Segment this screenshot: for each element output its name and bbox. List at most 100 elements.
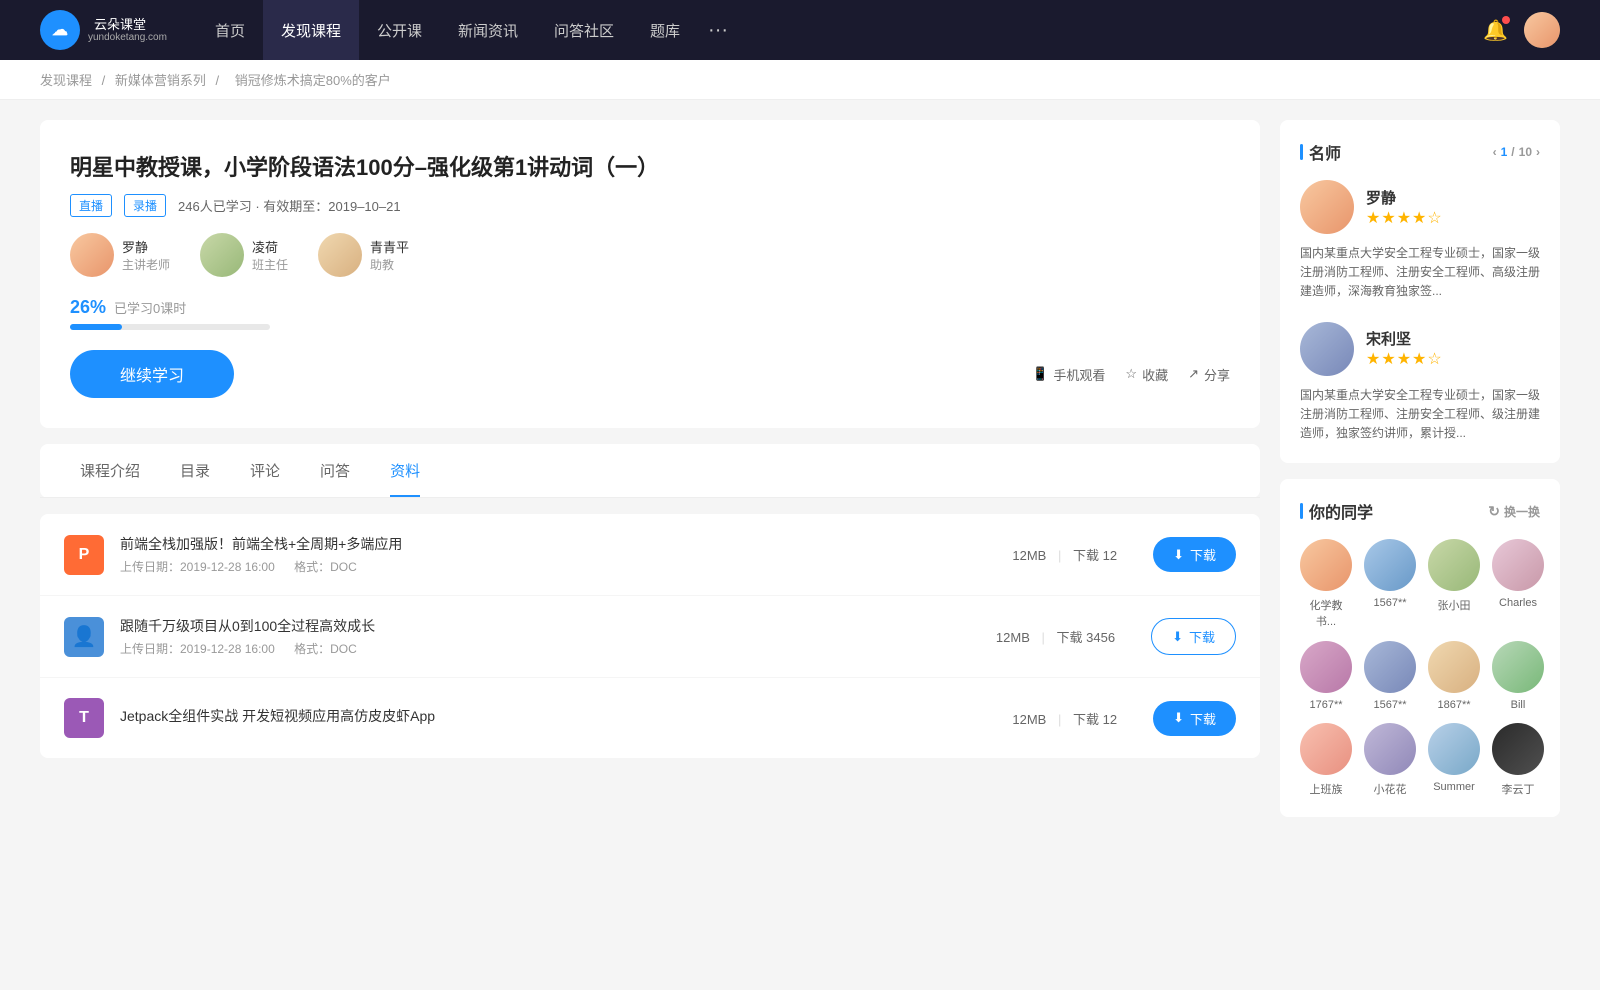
title-bar-icon [1300,144,1303,160]
phone-watch-button[interactable]: 📱 手机观看 [1032,365,1105,384]
page-total: 10 [1519,145,1532,159]
resource-item: 👤 跟随千万级项目从0到100全过程高效成长 上传日期：2019-12-28 1… [40,596,1260,678]
classmate-item: Charles [1492,539,1544,629]
tab-resource[interactable]: 资料 [370,444,440,497]
classmate-name-9: 上班族 [1310,781,1343,797]
header-right: 🔔 [1483,12,1560,48]
page-next-icon[interactable]: › [1536,145,1540,159]
teacher-1-name: 罗静 [122,237,170,256]
star-icon: ☆ [1125,366,1137,382]
sidebar-teacher-1-info: 罗静 ★★★★☆ [1366,187,1443,228]
classmate-name-7: 1867** [1437,699,1470,711]
resource-stats-1: 12MB | 下载 12 [1012,545,1117,564]
download-icon-1: ⬇ [1173,547,1184,563]
classmate-avatar-4[interactable] [1492,539,1544,591]
resource-item: T Jetpack全组件实战 开发短视频应用高仿皮皮虾App 12MB | 下载… [40,678,1260,758]
resource-stats-2: 12MB | 下载 3456 [996,627,1115,646]
sidebar-teacher-1-stars: ★★★★☆ [1366,208,1443,228]
classmate-avatar-7[interactable] [1428,641,1480,693]
teacher-1-info: 罗静 主讲老师 [122,237,170,273]
classmates-grid: 化学教书... 1567** 张小田 Charles 1767** [1300,539,1540,797]
tab-qa[interactable]: 问答 [300,444,370,497]
download-button-2[interactable]: ⬇ 下载 [1151,618,1236,655]
teacher-2-info: 凌荷 班主任 [252,237,288,273]
course-meta: 直播 录播 246人已学习 · 有效期至：2019–10–21 [70,194,1230,217]
teacher-3-role: 助教 [370,256,409,273]
breadcrumb-series[interactable]: 新媒体营销系列 [115,73,206,88]
breadcrumb-discover[interactable]: 发现课程 [40,73,92,88]
progress-bar-bg [70,324,270,330]
resource-name-3: Jetpack全组件实战 开发短视频应用高仿皮皮虾App [120,706,996,726]
sidebar-teacher-2-desc: 国内某重点大学安全工程专业硕士，国家一级注册消防工程师、注册安全工程师、级注册建… [1300,386,1540,444]
classmate-item: 小花花 [1364,723,1416,797]
refresh-label[interactable]: 换一换 [1504,503,1540,520]
download-button-3[interactable]: ⬇ 下载 [1153,701,1236,736]
download-icon-3: ⬇ [1173,710,1184,726]
teacher-3-info: 青青平 助教 [370,237,409,273]
classmate-avatar-3[interactable] [1428,539,1480,591]
logo[interactable]: ☁ 云朵课堂 yundoketang.com [40,10,167,50]
classmate-avatar-12[interactable] [1492,723,1544,775]
classmate-item: 1767** [1300,641,1352,711]
page-prev-icon[interactable]: ‹ [1493,145,1497,159]
sidebar-teacher-2-header: 宋利坚 ★★★★☆ [1300,322,1540,376]
teachers-row: 罗静 主讲老师 凌荷 班主任 青青平 助教 [70,233,1230,277]
nav-open[interactable]: 公开课 [359,0,440,60]
continue-learning-button[interactable]: 继续学习 [70,350,234,398]
share-button[interactable]: ↗ 分享 [1188,365,1230,384]
classmate-name-5: 1767** [1309,699,1342,711]
classmates-title: 你的同学 ↻ 换一换 [1300,499,1540,523]
content-left: 明星中教授课，小学阶段语法100分–强化级第1讲动词（一） 直播 录播 246人… [40,120,1260,833]
course-card: 明星中教授课，小学阶段语法100分–强化级第1讲动词（一） 直播 录播 246人… [40,120,1260,428]
nav-news[interactable]: 新闻资讯 [440,0,536,60]
nav-discover[interactable]: 发现课程 [263,0,359,60]
classmate-name-8: Bill [1511,699,1526,711]
resource-stats-3: 12MB | 下载 12 [1012,709,1117,728]
tab-catalog[interactable]: 目录 [160,444,230,497]
sidebar-teacher-1: 罗静 ★★★★☆ 国内某重点大学安全工程专业硕士，国家一级注册消防工程师、注册安… [1300,180,1540,302]
nav-home[interactable]: 首页 [197,0,263,60]
classmate-avatar-8[interactable] [1492,641,1544,693]
title-bar-icon-2 [1300,503,1303,519]
teacher-3-name: 青青平 [370,237,409,256]
phone-label: 手机观看 [1053,365,1105,384]
download-button-1[interactable]: ⬇ 下载 [1153,537,1236,572]
tabs-card: 课程介绍 目录 评论 问答 资料 [40,444,1260,498]
sidebar-teacher-2-info: 宋利坚 ★★★★☆ [1366,328,1443,369]
resource-icon-t: T [64,698,104,738]
progress-section: 26% 已学习0课时 [70,297,1230,330]
nav-quiz[interactable]: 题库 [632,0,698,60]
tabs-row: 课程介绍 目录 评论 问答 资料 [40,444,1260,498]
resource-info-3: Jetpack全组件实战 开发短视频应用高仿皮皮虾App [120,706,996,730]
collect-button[interactable]: ☆ 收藏 [1125,365,1168,384]
sidebar-teacher-1-header: 罗静 ★★★★☆ [1300,180,1540,234]
classmate-avatar-2[interactable] [1364,539,1416,591]
classmate-avatar-5[interactable] [1300,641,1352,693]
famous-teachers-card: 名师 ‹ 1 / 10 › 罗静 ★★★★☆ 国内某重 [1280,120,1560,463]
classmate-avatar-1[interactable] [1300,539,1352,591]
main-content: 明星中教授课，小学阶段语法100分–强化级第1讲动词（一） 直播 录播 246人… [0,100,1600,853]
tab-intro[interactable]: 课程介绍 [60,444,160,497]
nav-more[interactable]: ··· [698,19,738,42]
nav-qa[interactable]: 问答社区 [536,0,632,60]
refresh-icon[interactable]: ↻ [1488,503,1500,520]
logo-icon: ☁ [40,10,80,50]
classmate-item: 李云丁 [1492,723,1544,797]
classmates-title-text: 你的同学 [1309,499,1373,523]
classmate-name-10: 小花花 [1374,781,1407,797]
user-avatar[interactable] [1524,12,1560,48]
classmate-avatar-10[interactable] [1364,723,1416,775]
teacher-2-role: 班主任 [252,256,288,273]
tab-review[interactable]: 评论 [230,444,300,497]
share-icon: ↗ [1188,366,1199,382]
breadcrumb: 发现课程 / 新媒体营销系列 / 销冠修炼术搞定80%的客户 [0,60,1600,100]
classmate-name-3: 张小田 [1438,597,1471,613]
classmate-avatar-11[interactable] [1428,723,1480,775]
resource-meta-2: 上传日期：2019-12-28 16:00 格式：DOC [120,640,980,657]
sidebar-teacher-1-avatar [1300,180,1354,234]
logo-name: 云朵课堂 [94,17,167,33]
classmate-avatar-9[interactable] [1300,723,1352,775]
bell-icon[interactable]: 🔔 [1483,18,1508,43]
famous-teachers-title: 名师 ‹ 1 / 10 › [1300,140,1540,164]
classmate-avatar-6[interactable] [1364,641,1416,693]
